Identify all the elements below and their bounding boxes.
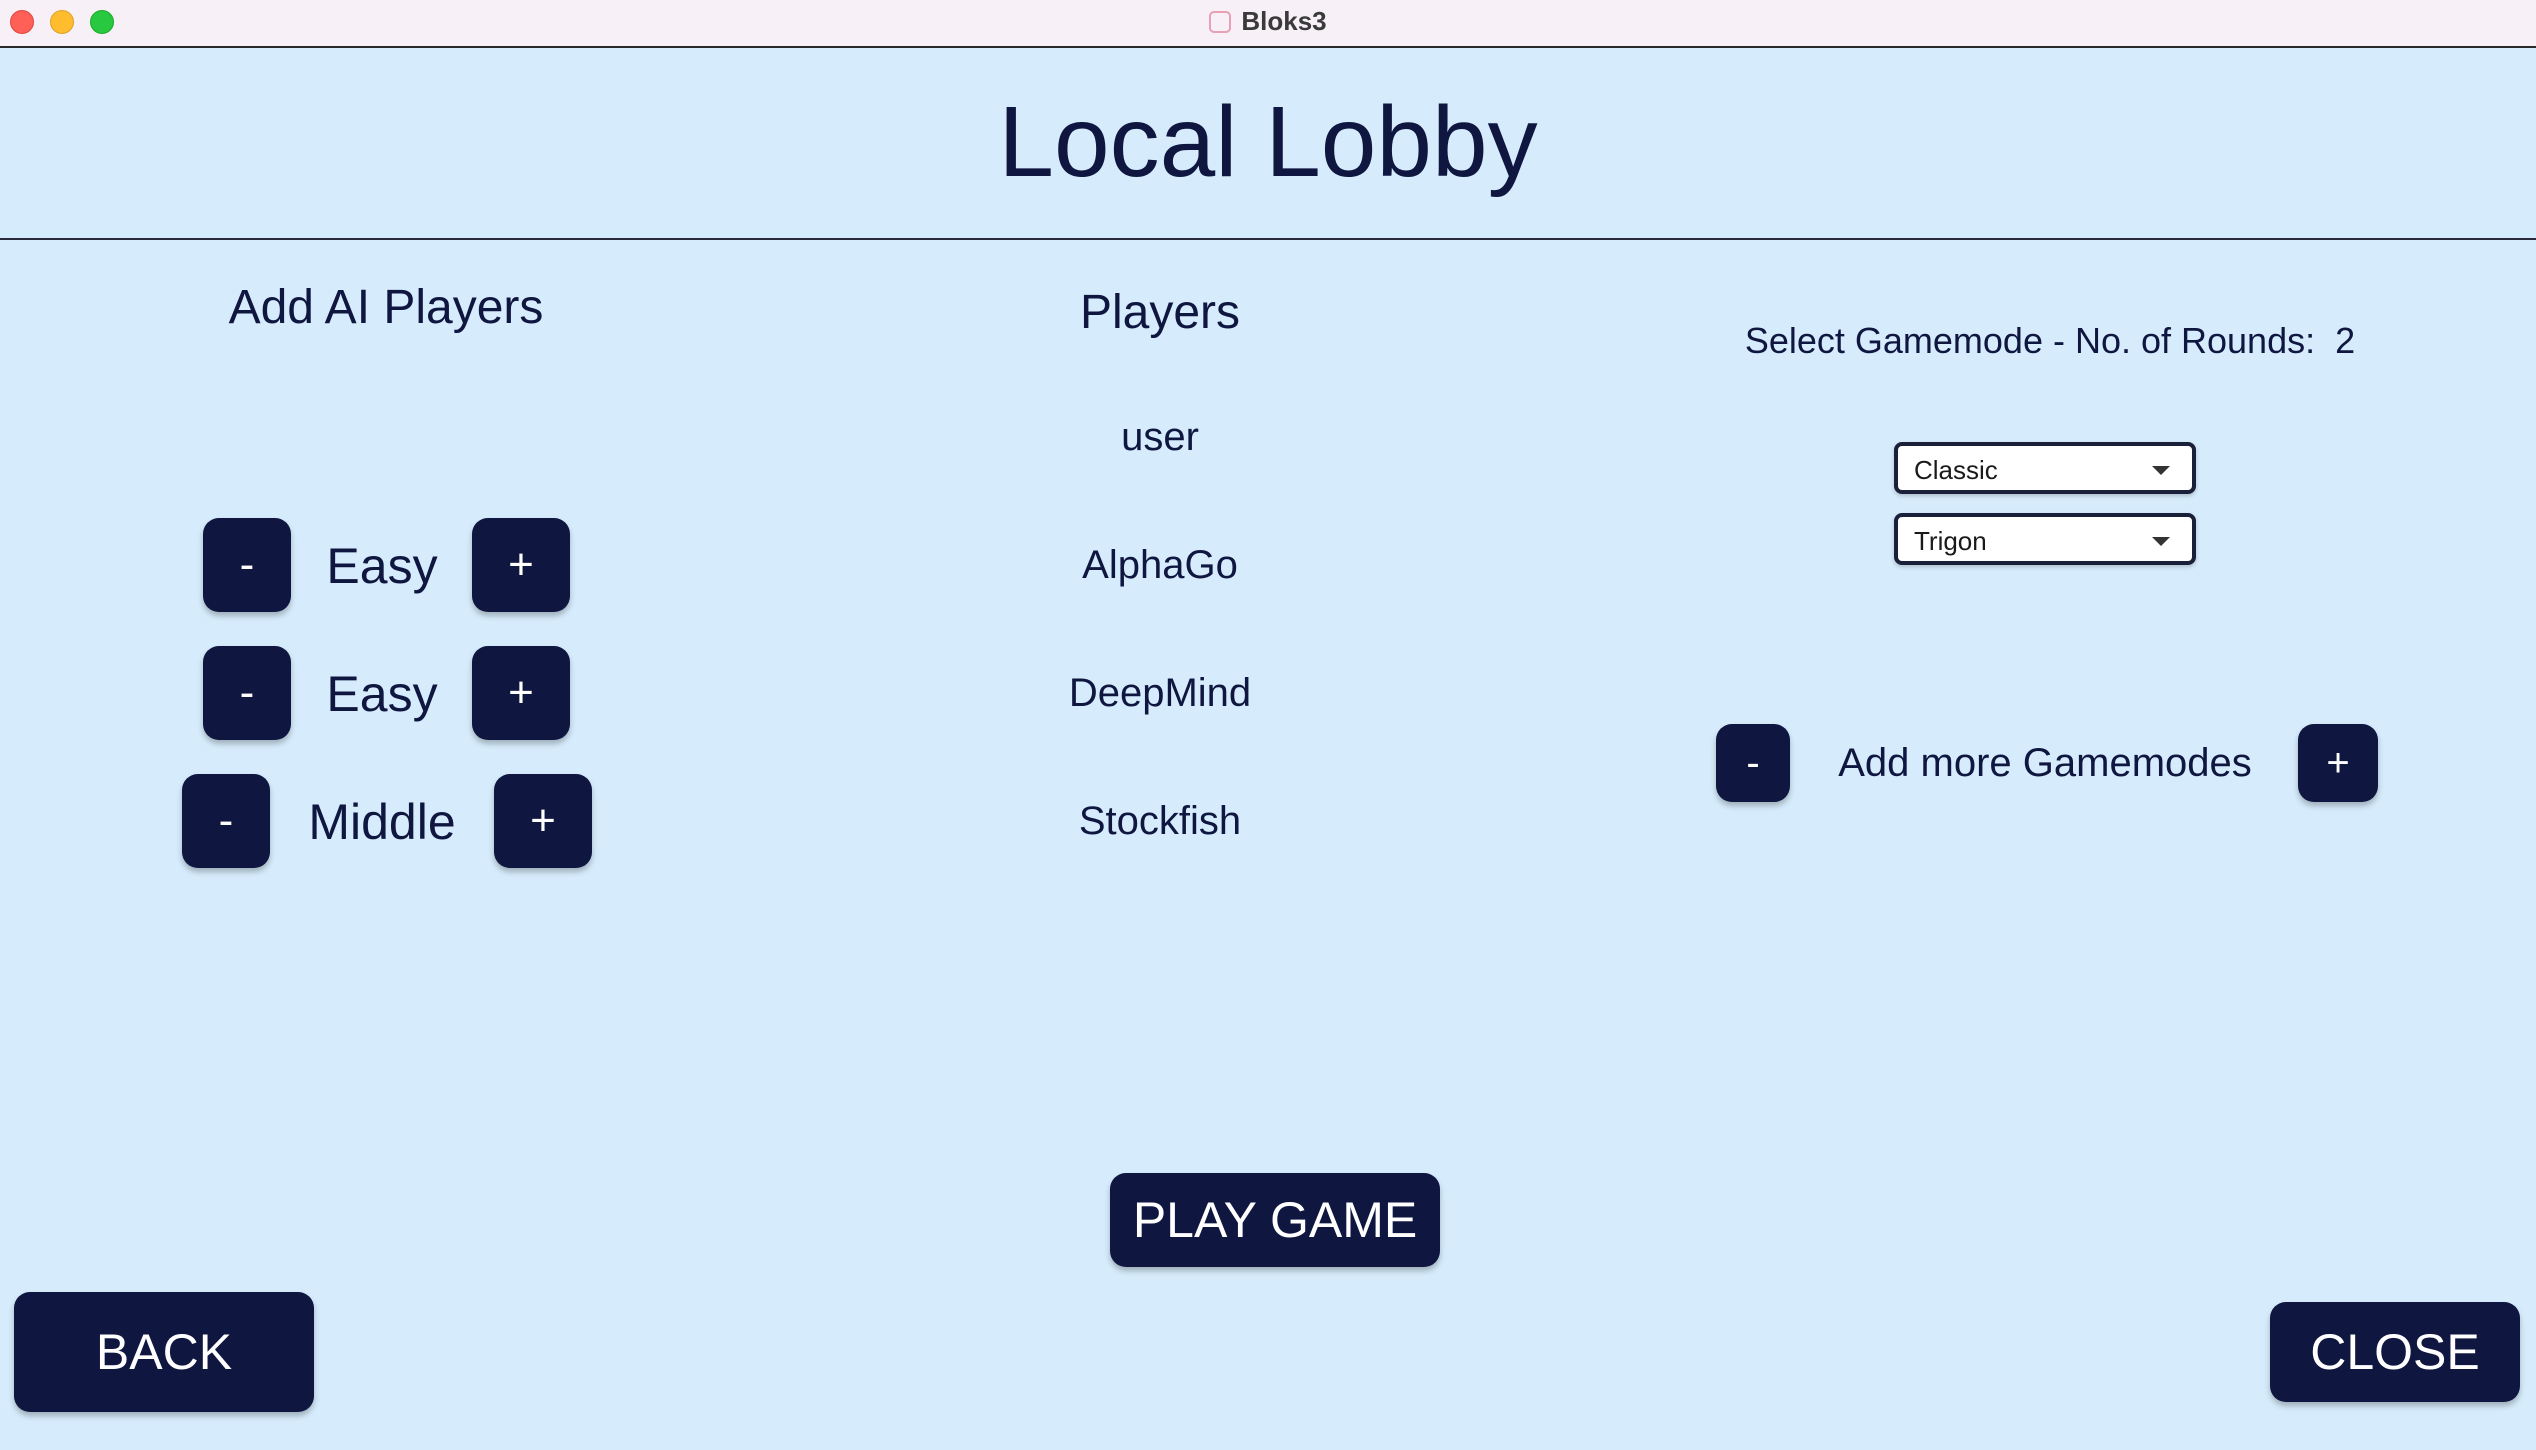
gamemode-header: Select Gamemode - No. of Rounds: 2 [1700, 318, 2400, 364]
window-title-text: Bloks3 [1241, 6, 1327, 36]
window-title: Bloks3 [0, 4, 2536, 38]
player-item: Stockfish [1078, 799, 1242, 843]
play-game-button[interactable]: PLAY GAME [1110, 1173, 1440, 1267]
ai-row-2-minus-button[interactable]: - [203, 646, 291, 740]
ai-row-1-minus-button[interactable]: - [203, 518, 291, 612]
gamemode-select-1-value: Classic [1914, 455, 1998, 485]
ai-players-title: Add AI Players [228, 281, 544, 334]
close-button[interactable]: CLOSE [2270, 1302, 2520, 1402]
ai-row-1-difficulty: Easy [326, 538, 438, 594]
app-icon [1209, 11, 1232, 33]
player-item: user [1121, 415, 1199, 459]
window-titlebar: Bloks3 [0, 0, 2536, 48]
chevron-down-icon [2152, 537, 2170, 546]
add-gamemode-button[interactable]: + [2298, 724, 2378, 802]
header-divider [0, 238, 2536, 240]
page-title: Local Lobby [998, 86, 1538, 198]
ai-row-2-plus-button[interactable]: + [472, 646, 570, 740]
gamemode-select-2[interactable]: Trigon [1894, 513, 2196, 565]
ai-row-3-difficulty: Middle [308, 794, 456, 850]
players-title: Players [1079, 286, 1241, 339]
gamemode-title: Select Gamemode - No. of Rounds: [1744, 320, 2316, 361]
ai-row-3-minus-button[interactable]: - [182, 774, 270, 868]
remove-gamemode-button[interactable]: - [1716, 724, 1790, 802]
rounds-count: 2 [2335, 320, 2356, 361]
player-item: AlphaGo [1082, 543, 1238, 587]
gamemode-select-2-value: Trigon [1914, 526, 1987, 556]
ai-row-1-plus-button[interactable]: + [472, 518, 570, 612]
back-button[interactable]: BACK [14, 1292, 314, 1412]
add-gamemodes-label: Add more Gamemodes [1838, 741, 2252, 785]
gamemode-select-1[interactable]: Classic [1894, 442, 2196, 494]
ai-row-2-difficulty: Easy [326, 666, 438, 722]
chevron-down-icon [2152, 466, 2170, 475]
player-item: DeepMind [1068, 671, 1252, 715]
ai-row-3-plus-button[interactable]: + [494, 774, 592, 868]
